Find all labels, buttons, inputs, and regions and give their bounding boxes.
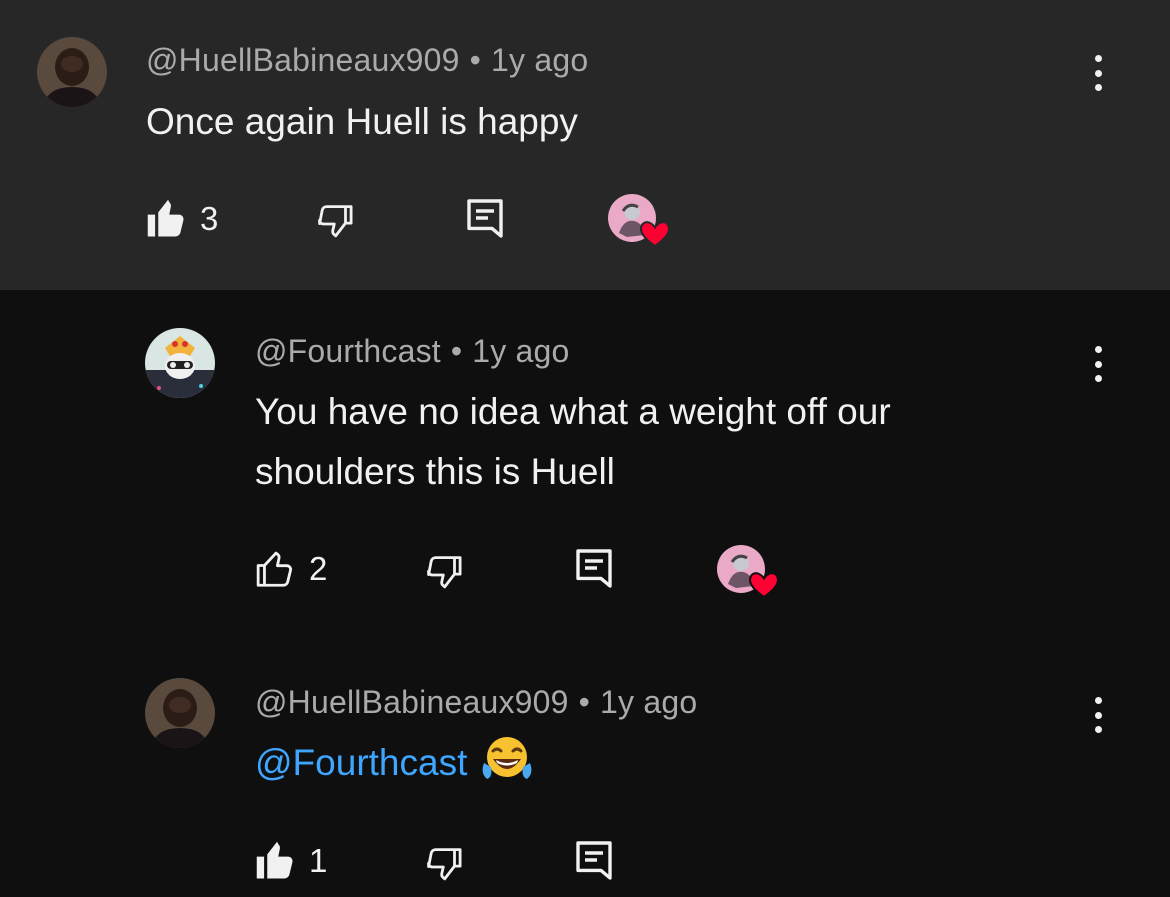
more-options-icon[interactable] bbox=[1088, 344, 1108, 384]
reply-icon bbox=[467, 199, 503, 238]
like-button[interactable]: 1 bbox=[255, 840, 327, 882]
thumbs-up-filled-icon bbox=[147, 199, 184, 237]
thumbs-down-icon bbox=[318, 205, 353, 238]
comment-text: Once again Huell is happy bbox=[146, 101, 578, 142]
author-name[interactable]: @HuellBabineaux909 bbox=[146, 42, 460, 78]
timestamp: 1y ago bbox=[491, 42, 589, 78]
thumbs-up-icon bbox=[256, 551, 293, 587]
thumbs-up-filled-icon bbox=[256, 841, 293, 879]
dislike-button[interactable] bbox=[314, 200, 356, 242]
reply-button[interactable] bbox=[574, 840, 614, 884]
avatar[interactable] bbox=[37, 37, 107, 107]
timestamp: 1y ago bbox=[600, 684, 698, 720]
separator: • bbox=[469, 42, 482, 78]
reply-button[interactable] bbox=[465, 198, 505, 242]
more-options-icon[interactable] bbox=[1088, 53, 1108, 93]
dislike-button[interactable] bbox=[423, 843, 465, 885]
reply-icon bbox=[576, 549, 612, 588]
author-name[interactable]: @Fourthcast bbox=[255, 333, 441, 369]
like-button[interactable]: 2 bbox=[255, 548, 327, 590]
separator: • bbox=[578, 684, 591, 720]
more-options-icon[interactable] bbox=[1088, 695, 1108, 735]
comments-page: @HuellBabineaux909 • 1y ago Once again Hue… bbox=[0, 0, 1170, 897]
dislike-button[interactable] bbox=[423, 551, 465, 593]
thumbs-down-icon bbox=[427, 848, 462, 881]
like-button[interactable]: 3 bbox=[146, 198, 218, 240]
mention-link[interactable]: @Fourthcast bbox=[255, 742, 467, 783]
like-count: 3 bbox=[200, 200, 219, 237]
creator-heart-badge bbox=[607, 193, 671, 249]
comment-text-line-1: You have no idea what a weight off our bbox=[255, 391, 891, 432]
avatar[interactable] bbox=[145, 328, 215, 398]
author-name[interactable]: @HuellBabineaux909 bbox=[255, 684, 569, 720]
like-count: 1 bbox=[309, 842, 328, 879]
comment-meta: @Fourthcast • 1y ago bbox=[255, 333, 570, 370]
separator: • bbox=[450, 333, 463, 369]
avatar[interactable] bbox=[145, 678, 215, 748]
reply-icon bbox=[576, 841, 612, 880]
comment-text: @Fourthcast bbox=[255, 733, 533, 801]
face-with-tears-of-joy-icon bbox=[481, 735, 533, 801]
like-count: 2 bbox=[309, 550, 328, 587]
comment-text-line-2: shoulders this is Huell bbox=[255, 451, 615, 492]
creator-heart-badge bbox=[716, 544, 780, 600]
reply-button[interactable] bbox=[574, 548, 614, 592]
comment-meta: @HuellBabineaux909 • 1y ago bbox=[146, 42, 588, 79]
thumbs-down-icon bbox=[427, 556, 462, 589]
comment-meta: @HuellBabineaux909 • 1y ago bbox=[255, 684, 697, 721]
timestamp: 1y ago bbox=[472, 333, 570, 369]
